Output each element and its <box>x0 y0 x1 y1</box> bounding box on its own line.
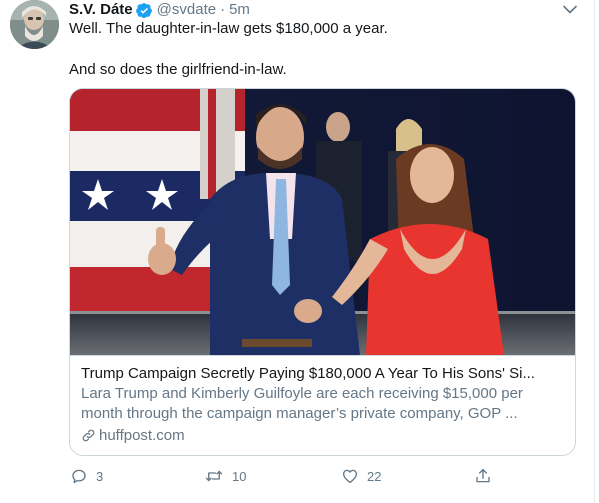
avatar[interactable] <box>10 0 59 49</box>
like-count: 22 <box>367 468 382 484</box>
like-button[interactable]: 22 <box>341 464 381 488</box>
tweet-timestamp[interactable]: 5m <box>229 0 250 20</box>
heart-icon <box>341 467 359 485</box>
reply-count: 3 <box>96 468 104 484</box>
card-description: Lara Trump and Kimberly Guilfoyle are ea… <box>81 385 523 402</box>
link-icon <box>81 428 96 443</box>
separator-dot: · <box>220 1 226 18</box>
card-body[interactable]: Trump Campaign Secretly Paying $180,000 … <box>70 355 575 455</box>
tweet-actions: 3 10 22 <box>0 464 599 488</box>
card-title[interactable]: Trump Campaign Secretly Paying $180,000 … <box>81 364 566 384</box>
retweet-icon <box>204 467 224 485</box>
retweet-button[interactable]: 10 <box>204 464 246 488</box>
card-image <box>70 89 575 355</box>
card-domain-text: huffpost.com <box>99 426 185 444</box>
reply-button[interactable]: 3 <box>70 464 103 488</box>
card-description: month through the campaign manager’s pri… <box>81 405 518 422</box>
reply-icon <box>70 467 88 485</box>
retweet-count: 10 <box>232 468 247 484</box>
user-handle[interactable]: @svdate <box>157 0 216 20</box>
link-preview-card[interactable]: Trump Campaign Secretly Paying $180,000 … <box>69 88 576 456</box>
card-domain[interactable]: huffpost.com <box>81 425 185 445</box>
tweet-text-line: Well. The daughter-in-law gets $180,000 … <box>69 20 388 37</box>
verified-badge-icon <box>135 2 153 19</box>
chevron-down-icon[interactable] <box>561 0 579 18</box>
tweet-text-line: And so does the girlfriend-in-law. <box>69 61 287 78</box>
avatar-photo <box>10 0 59 49</box>
display-name[interactable]: S.V. Dáte <box>69 0 133 20</box>
timeline-divider <box>594 0 595 503</box>
share-button[interactable] <box>474 464 492 488</box>
share-icon <box>474 467 492 485</box>
tweet-header: S.V. Dáte @svdate · 5m <box>69 0 250 20</box>
